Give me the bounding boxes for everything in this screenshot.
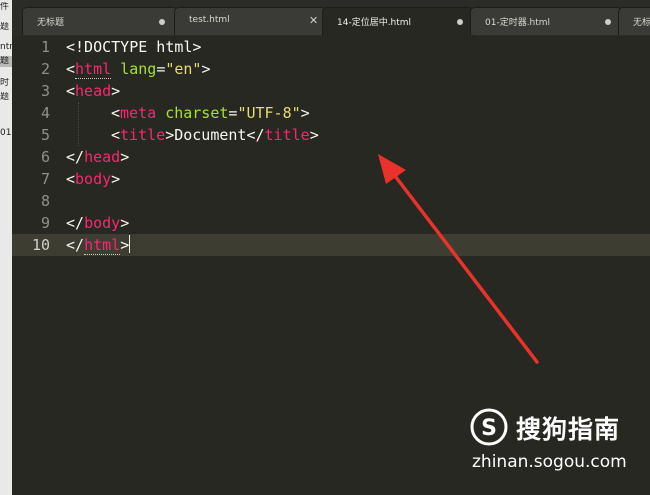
text-cursor bbox=[129, 235, 131, 253]
tab-active-file[interactable]: 14-定位居中.html bbox=[322, 7, 474, 36]
attribute-value: "UTF-8" bbox=[237, 104, 301, 122]
watermark-brand: 搜狗指南 bbox=[516, 415, 621, 444]
bracket: < bbox=[66, 60, 76, 78]
bracket: </ bbox=[66, 214, 85, 232]
bracket: > bbox=[309, 126, 319, 144]
tab-untitled-2[interactable]: 无标 bbox=[618, 7, 650, 35]
svg-text:S: S bbox=[481, 416, 497, 441]
sidebar-item[interactable]: 时 bbox=[0, 78, 12, 89]
code-line[interactable]: 4 <meta charset="UTF-8"> bbox=[12, 102, 650, 124]
bracket: > bbox=[300, 104, 310, 122]
bracket: > bbox=[111, 82, 121, 100]
sidebar-item[interactable]: 题 bbox=[0, 22, 12, 33]
bracket: < bbox=[66, 170, 76, 188]
line-number: 7 bbox=[40, 170, 50, 188]
bracket: < bbox=[66, 82, 76, 100]
bracket: </ bbox=[66, 148, 85, 166]
line-number: 6 bbox=[40, 148, 50, 166]
code-line[interactable]: 6 </head> bbox=[12, 146, 650, 168]
close-icon[interactable]: ✕ bbox=[309, 14, 318, 28]
code-line-current[interactable]: 10 </html> bbox=[12, 234, 650, 256]
bracket: < bbox=[111, 126, 121, 144]
bracket: < bbox=[111, 104, 121, 122]
tag-name: body bbox=[84, 214, 121, 232]
bracket: > bbox=[120, 236, 130, 254]
tag-name: title bbox=[120, 126, 166, 144]
code-text: </head> bbox=[66, 146, 129, 168]
sidebar-item[interactable]: 件 bbox=[0, 2, 12, 13]
tab-test-html[interactable]: test.html ✕ bbox=[174, 7, 326, 35]
tag-name: html bbox=[84, 236, 121, 255]
watermark-url: zhinan.sogou.com bbox=[472, 452, 627, 472]
sidebar-item[interactable]: 题 bbox=[0, 92, 12, 103]
tab-bar: 无标题 test.html ✕ 14-定位居中.html 01-定时器.html… bbox=[12, 0, 650, 36]
line-number: 1 bbox=[40, 38, 50, 56]
tab-label: 14-定位居中.html bbox=[337, 18, 412, 28]
line-number: 3 bbox=[40, 82, 50, 100]
code-line[interactable]: 5 <title>Document</title> bbox=[12, 124, 650, 146]
line-number: 10 bbox=[31, 236, 50, 254]
tag-name: title bbox=[264, 126, 310, 144]
line-number: 9 bbox=[40, 214, 50, 232]
line-number: 8 bbox=[40, 192, 50, 210]
unsaved-dot-icon bbox=[605, 19, 611, 25]
line-number: 4 bbox=[40, 104, 50, 122]
code-text: <head> bbox=[66, 80, 120, 102]
bracket: </ bbox=[66, 236, 85, 254]
tag-name: meta bbox=[120, 104, 157, 122]
tag-name: html bbox=[75, 60, 112, 79]
code-text: <!DOCTYPE html> bbox=[66, 36, 201, 58]
sidebar-item-selected[interactable]: 题 bbox=[0, 56, 12, 67]
code-text: <title>Document</title> bbox=[111, 124, 319, 146]
code-line[interactable]: 7 <body> bbox=[12, 168, 650, 190]
unsaved-dot-icon bbox=[457, 19, 463, 25]
bracket: > bbox=[120, 214, 130, 232]
bracket: > bbox=[120, 148, 130, 166]
equals: = bbox=[156, 60, 166, 78]
element-text: >Document</ bbox=[165, 126, 265, 144]
tab-label: 无标 bbox=[633, 18, 650, 28]
doctype-text: <!DOCTYPE html> bbox=[66, 38, 202, 56]
attribute-name: charset bbox=[165, 104, 229, 122]
attribute-name: lang bbox=[120, 60, 157, 78]
tag-name: head bbox=[84, 148, 121, 166]
code-text: <body> bbox=[66, 168, 120, 190]
code-text: <meta charset="UTF-8"> bbox=[111, 102, 310, 124]
tab-label: 01-定时器.html bbox=[485, 18, 551, 28]
sidebar-item[interactable]: 01 bbox=[0, 128, 12, 139]
code-line[interactable]: 2 <html lang="en"> bbox=[12, 58, 650, 80]
bracket: > bbox=[111, 170, 121, 188]
sidebar-item[interactable]: ntr bbox=[0, 42, 12, 53]
code-text: <html lang="en"> bbox=[66, 58, 211, 80]
line-number: 5 bbox=[40, 126, 50, 144]
code-text: </html> bbox=[66, 234, 131, 256]
code-text: </body> bbox=[66, 212, 129, 234]
tab-timer-html[interactable]: 01-定时器.html bbox=[470, 7, 622, 35]
code-line[interactable]: 1 <!DOCTYPE html> bbox=[12, 36, 650, 58]
tab-label: test.html bbox=[189, 15, 230, 25]
attribute-value: "en" bbox=[165, 60, 202, 78]
tab-untitled[interactable]: 无标题 bbox=[22, 7, 178, 35]
sogou-logo-icon: S bbox=[470, 408, 508, 446]
tag-name: body bbox=[75, 170, 112, 188]
unsaved-dot-icon bbox=[159, 19, 165, 25]
bracket: > bbox=[201, 60, 211, 78]
tag-name: head bbox=[75, 82, 112, 100]
code-line[interactable]: 9 </body> bbox=[12, 212, 650, 234]
line-number: 2 bbox=[40, 60, 50, 78]
tab-label: 无标题 bbox=[37, 18, 65, 28]
code-line[interactable]: 3 <head> bbox=[12, 80, 650, 102]
code-line[interactable]: 8 bbox=[12, 190, 650, 212]
